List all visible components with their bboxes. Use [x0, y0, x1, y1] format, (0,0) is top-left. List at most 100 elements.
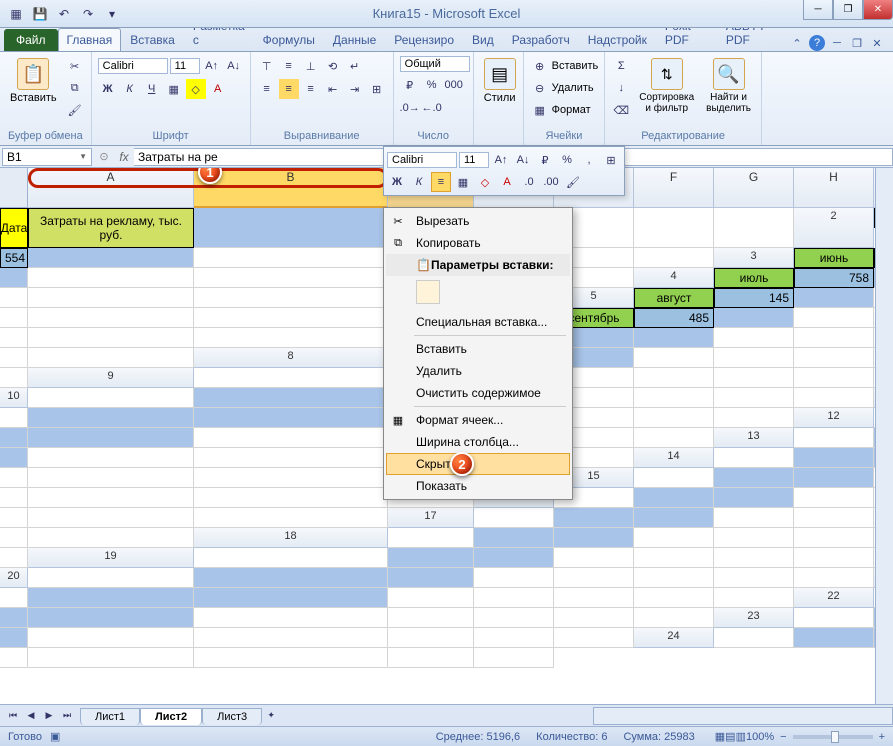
cell-E23[interactable]	[194, 628, 388, 648]
cell-E9[interactable]	[634, 368, 714, 388]
row-header-12[interactable]: 12	[794, 408, 874, 428]
font-name-select[interactable]: Calibri	[98, 58, 168, 74]
mini-bold-icon[interactable]: Ж	[387, 172, 407, 192]
cell-B21[interactable]	[28, 588, 194, 608]
cell-A4[interactable]: июль	[714, 268, 794, 288]
tab-developer[interactable]: Разработч	[503, 28, 579, 51]
cell-B15[interactable]	[714, 468, 794, 488]
cell-A18[interactable]	[388, 528, 474, 548]
cell-D23[interactable]	[28, 628, 194, 648]
currency-icon[interactable]: ₽	[400, 75, 420, 95]
cell-D24[interactable]	[0, 648, 28, 668]
cell-E20[interactable]	[554, 568, 634, 588]
styles-button[interactable]: ▤ Стили	[480, 56, 520, 106]
cell-E24[interactable]	[28, 648, 194, 668]
cell-E4[interactable]	[28, 288, 194, 308]
cell-F19[interactable]	[714, 548, 794, 568]
fill-down-icon[interactable]: ↓	[611, 78, 631, 98]
zoom-level[interactable]: 100%	[746, 731, 774, 743]
cell-G10[interactable]	[714, 388, 794, 408]
delete-cells-icon[interactable]: ⊖	[530, 78, 550, 98]
cell-H22[interactable]	[634, 608, 714, 628]
cell-E21[interactable]	[474, 588, 554, 608]
font-size-select[interactable]: 11	[170, 58, 200, 74]
qat-dropdown-icon[interactable]: ▾	[102, 4, 122, 24]
ctx-format-cells[interactable]: ▦Формат ячеек...	[386, 409, 570, 431]
cell-B19[interactable]	[388, 548, 474, 568]
sheet-nav-first-icon[interactable]: ⏮	[4, 707, 22, 725]
sheet-nav-next-icon[interactable]: ▶	[40, 707, 58, 725]
select-all-corner[interactable]	[0, 168, 28, 208]
excel-icon[interactable]: ▦	[6, 4, 26, 24]
row-header-20[interactable]: 20	[0, 568, 28, 588]
tab-formulas[interactable]: Формулы	[254, 28, 324, 51]
cell-C1[interactable]	[194, 208, 388, 248]
cell-A9[interactable]	[194, 368, 388, 388]
cell-G9[interactable]	[794, 368, 874, 388]
zoom-out-icon[interactable]: −	[780, 731, 786, 743]
format-cells-label[interactable]: Формат	[552, 104, 591, 116]
mini-fill-icon[interactable]: ◇	[475, 172, 495, 192]
cell-H21[interactable]	[714, 588, 794, 608]
cell-F10[interactable]	[634, 388, 714, 408]
ctx-column-width[interactable]: Ширина столбца...	[386, 431, 570, 453]
cell-B1[interactable]: Затраты на рекламу, тыс. руб.	[28, 208, 194, 248]
cell-H20[interactable]	[794, 568, 874, 588]
indent-inc-icon[interactable]: ⇥	[345, 79, 365, 99]
cell-C6[interactable]	[714, 308, 794, 328]
cut-icon[interactable]: ✂	[65, 56, 85, 76]
cell-H12[interactable]	[634, 428, 714, 448]
cell-C11[interactable]	[194, 408, 388, 428]
cell-H8[interactable]	[0, 368, 28, 388]
cell-C12[interactable]	[28, 428, 194, 448]
find-button[interactable]: 🔍 Найти и выделить	[702, 56, 755, 116]
cell-D12[interactable]	[194, 428, 388, 448]
undo-icon[interactable]: ↶	[54, 4, 74, 24]
cell-A19[interactable]	[194, 548, 388, 568]
cell-F21[interactable]	[554, 588, 634, 608]
cell-F6[interactable]	[0, 328, 28, 348]
close-button[interactable]: ✕	[863, 0, 893, 20]
minimize-button[interactable]: ─	[803, 0, 833, 20]
cell-C7[interactable]	[634, 328, 714, 348]
cell-F14[interactable]	[194, 468, 388, 488]
row-header-10[interactable]: 10	[0, 388, 28, 408]
cell-G24[interactable]	[388, 648, 474, 668]
autosum-icon[interactable]: Σ	[611, 56, 631, 76]
percent-icon[interactable]: %	[422, 75, 442, 95]
cell-B2[interactable]: 554	[0, 248, 28, 268]
mini-italic-icon[interactable]: К	[409, 172, 429, 192]
ribbon-minimize-icon[interactable]: ⌃	[789, 35, 805, 51]
cell-H17[interactable]	[28, 528, 194, 548]
cell-A3[interactable]: июнь	[794, 248, 874, 268]
cell-B20[interactable]	[194, 568, 388, 588]
view-normal-icon[interactable]: ▦	[715, 730, 725, 743]
vertical-scrollbar[interactable]	[875, 168, 893, 704]
mini-center-icon[interactable]: ≡	[431, 172, 451, 192]
ctx-clear[interactable]: Очистить содержимое	[386, 382, 570, 404]
maximize-button[interactable]: ❐	[833, 0, 863, 20]
row-header-14[interactable]: 14	[634, 448, 714, 468]
cell-D17[interactable]	[714, 508, 794, 528]
cell-A17[interactable]	[474, 508, 554, 528]
paste-button[interactable]: 📋 Вставить	[6, 56, 61, 106]
cell-D3[interactable]	[28, 268, 194, 288]
cell-C17[interactable]	[634, 508, 714, 528]
column-header-H[interactable]: H	[794, 168, 874, 208]
mini-incdec-icon[interactable]: .0	[519, 172, 539, 192]
cell-E17[interactable]	[794, 508, 874, 528]
format-cells-icon[interactable]: ▦	[530, 100, 550, 120]
cell-H2[interactable]	[634, 248, 714, 268]
cell-B6[interactable]: 485	[634, 308, 714, 328]
insert-cells-icon[interactable]: ⊕	[530, 56, 550, 76]
cell-D19[interactable]	[554, 548, 634, 568]
copy-icon[interactable]: ⧉	[65, 78, 85, 98]
cell-D4[interactable]	[0, 288, 28, 308]
row-header-24[interactable]: 24	[634, 628, 714, 648]
mini-grow-icon[interactable]: A↑	[491, 150, 511, 170]
cell-G11[interactable]	[634, 408, 714, 428]
cell-H7[interactable]	[28, 348, 194, 368]
cell-D16[interactable]	[794, 488, 874, 508]
cell-G1[interactable]	[634, 208, 714, 248]
align-left-icon[interactable]: ≡	[257, 79, 277, 99]
